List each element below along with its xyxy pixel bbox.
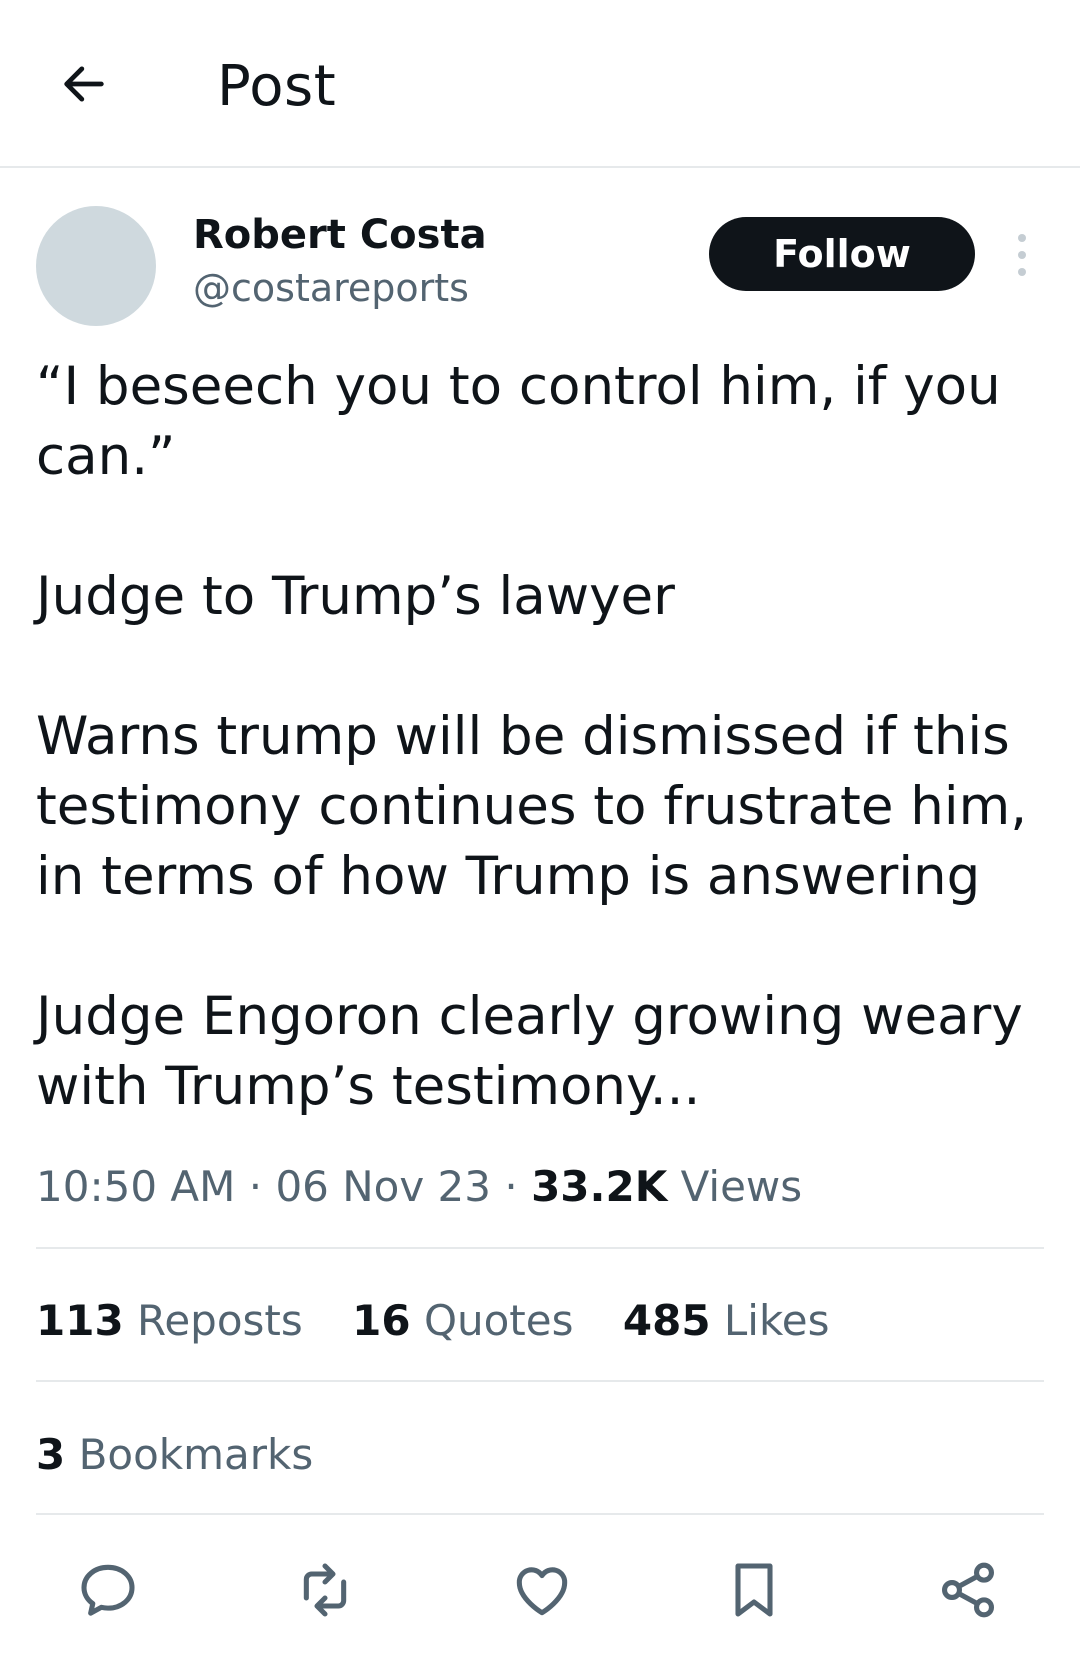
repost-button[interactable] <box>287 1552 363 1628</box>
reply-icon <box>81 1564 135 1616</box>
bookmarks-label: Bookmarks <box>78 1430 314 1479</box>
more-options-button[interactable] <box>1000 230 1044 280</box>
share-icon <box>942 1562 994 1618</box>
repost-icon <box>303 1563 347 1617</box>
bookmark-button[interactable] <box>716 1552 792 1628</box>
bookmarks-stat[interactable]: 3 Bookmarks <box>36 1430 313 1479</box>
divider <box>36 1247 1044 1249</box>
quotes-count: 16 <box>352 1296 411 1345</box>
author-name[interactable]: Robert Costa <box>193 212 487 258</box>
heart-icon <box>516 1567 568 1616</box>
back-button[interactable] <box>52 52 116 116</box>
bookmark-icon <box>735 1563 773 1617</box>
bookmarks-count: 3 <box>36 1430 66 1479</box>
post-date[interactable]: 06 Nov 23 <box>275 1162 491 1211</box>
meta-separator: · <box>248 1162 263 1211</box>
quotes-stat[interactable]: 16 Quotes <box>352 1296 573 1345</box>
reposts-label: Reposts <box>137 1296 303 1345</box>
author-row: Robert Costa @costareports Follow <box>0 200 1080 330</box>
likes-count: 485 <box>622 1296 711 1345</box>
more-dot-icon <box>1018 268 1026 276</box>
more-dot-icon <box>1018 234 1026 242</box>
follow-button[interactable]: Follow <box>709 217 975 291</box>
more-dot-icon <box>1018 251 1026 259</box>
post-paragraph: Judge to Trump’s lawyer <box>36 566 675 627</box>
like-button[interactable] <box>504 1552 580 1628</box>
action-bar <box>0 1552 1080 1642</box>
divider <box>36 1513 1044 1515</box>
views-count: 33.2K <box>531 1162 668 1211</box>
page-title: Post <box>217 54 337 119</box>
arrow-left-icon <box>64 66 104 102</box>
engagement-stats: 113 Reposts 16 Quotes 485 Likes <box>36 1296 866 1345</box>
divider <box>36 1380 1044 1382</box>
avatar[interactable] <box>36 206 156 326</box>
author-handle[interactable]: @costareports <box>193 266 469 310</box>
post-paragraph: Warns trump will be dismissed if this te… <box>36 706 1028 907</box>
post-paragraph: Judge Engoron clearly growing weary with… <box>36 986 1023 1117</box>
reposts-count: 113 <box>36 1296 124 1345</box>
reply-button[interactable] <box>70 1552 146 1628</box>
post-time[interactable]: 10:50 AM <box>36 1162 235 1211</box>
likes-label: Likes <box>723 1296 830 1345</box>
post-meta: 10:50 AM · 06 Nov 23 · 33.2K Views <box>36 1162 802 1211</box>
post-text: “I beseech you to control him, if you ca… <box>36 352 1046 1122</box>
share-button[interactable] <box>930 1552 1006 1628</box>
top-bar: Post <box>0 0 1080 168</box>
reposts-stat[interactable]: 113 Reposts <box>36 1296 303 1345</box>
meta-separator: · <box>504 1162 518 1211</box>
likes-stat[interactable]: 485 Likes <box>623 1296 830 1345</box>
post-paragraph: “I beseech you to control him, if you ca… <box>36 356 1001 487</box>
views-label: Views <box>680 1162 803 1211</box>
quotes-label: Quotes <box>423 1296 574 1345</box>
